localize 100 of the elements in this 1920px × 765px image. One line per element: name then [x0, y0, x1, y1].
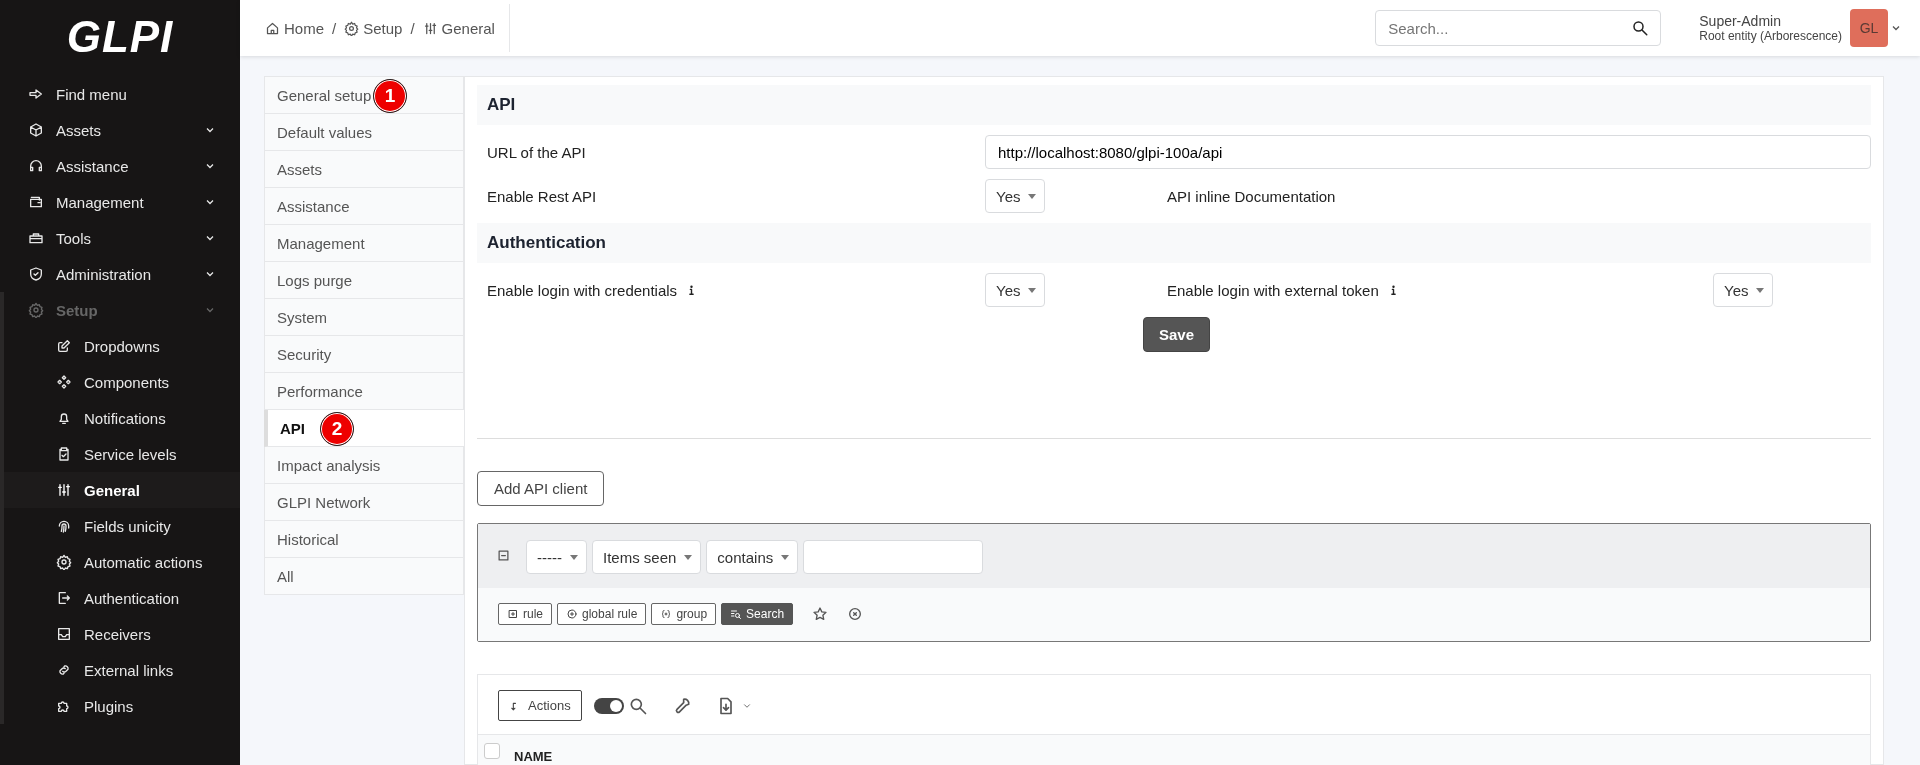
nav-item[interactable]: Administration	[0, 256, 240, 292]
menu-icon	[56, 554, 72, 570]
tab[interactable]: Logs purge	[264, 262, 464, 299]
criteria-value-field[interactable]	[803, 540, 984, 574]
caret-icon	[570, 554, 578, 560]
search-field[interactable]: Search...	[1375, 10, 1662, 46]
search-icon	[730, 608, 743, 620]
tab[interactable]: System	[264, 299, 464, 336]
nav-subitem[interactable]: Automatic actions	[4, 544, 240, 580]
field-label: URL of the API	[486, 143, 587, 161]
url-field[interactable]: http://localhost:8080/glpi-100a/api	[985, 135, 1871, 169]
star-icon	[812, 606, 829, 622]
nav-item[interactable]: Tools	[0, 220, 240, 256]
add-criteria-button[interactable]: group	[651, 603, 717, 625]
select-dropdown[interactable]: -----	[526, 540, 587, 574]
section-header: API	[477, 85, 1871, 125]
menu-icon	[56, 590, 72, 606]
toggle-switch[interactable]	[593, 697, 624, 714]
nav-subitem[interactable]: Components	[4, 364, 240, 400]
tab[interactable]: GLPI Network	[264, 484, 464, 521]
menu-icon	[56, 662, 72, 678]
tab[interactable]: Management	[264, 225, 464, 262]
nav-subitem[interactable]: Plugins	[4, 688, 240, 724]
nav-item[interactable]: Find menu	[0, 76, 240, 112]
select-dropdown[interactable]: Yes	[985, 179, 1046, 213]
tab[interactable]: General setup 1	[264, 76, 464, 114]
caret-icon	[781, 554, 790, 560]
add-icon	[507, 608, 519, 620]
tab[interactable]: Impact analysis	[264, 447, 464, 484]
menu-icon	[56, 626, 72, 642]
breadcrumb-separator: /	[410, 19, 415, 37]
select-dropdown[interactable]: Items seen	[592, 540, 702, 574]
nav-subitem[interactable]: Notifications	[4, 400, 240, 436]
select-dropdown[interactable]: Yes	[985, 273, 1046, 307]
section-header: Authentication	[477, 223, 1871, 263]
tab[interactable]: Security	[264, 336, 464, 373]
menu-icon	[56, 446, 72, 462]
menu-icon	[56, 698, 72, 714]
breadcrumb-link[interactable]: General	[422, 19, 495, 37]
search-button[interactable]: Search	[721, 603, 794, 625]
menu-icon	[28, 158, 44, 174]
tab[interactable]: Assets	[264, 151, 464, 188]
add-icon	[660, 608, 673, 620]
menu-icon	[56, 410, 72, 426]
select-all-checkbox[interactable]	[484, 743, 500, 759]
breadcrumb-separator: /	[332, 19, 337, 37]
tab[interactable]: Historical	[264, 521, 464, 558]
caret-icon	[684, 554, 693, 560]
tab[interactable]: Performance	[264, 373, 464, 410]
menu-icon	[28, 194, 44, 210]
add-criteria-button[interactable]: global rule	[557, 603, 647, 625]
field-label: Enable login with credentials	[477, 281, 985, 299]
logo[interactable]: GLPI	[60, 0, 180, 76]
select-dropdown[interactable]: Yes	[1713, 273, 1774, 307]
nav-subitem[interactable]: Dropdowns	[4, 328, 240, 364]
search-icon	[1631, 19, 1650, 37]
breadcrumb-link[interactable]: Home	[265, 19, 324, 37]
tab[interactable]: Assistance	[264, 188, 464, 225]
tab[interactable]: Default values	[264, 114, 464, 151]
documentation-link[interactable]: API inline Documentation	[1157, 187, 1871, 205]
entity-name: Root entity (Arborescence)	[1699, 29, 1842, 43]
nav-item[interactable]: Management	[0, 184, 240, 220]
menu-icon	[28, 122, 44, 138]
crumb-icon	[265, 20, 280, 36]
tab[interactable]: All	[264, 558, 464, 595]
menu-icon	[56, 338, 72, 354]
nav-subitem[interactable]: Receivers	[4, 616, 240, 652]
menu-icon	[28, 266, 44, 282]
crumb-icon	[344, 20, 360, 36]
add-client-button[interactable]: Add API client	[477, 471, 605, 506]
nav-subitem[interactable]: General	[4, 472, 240, 508]
nav-item[interactable]: Assistance	[0, 148, 240, 184]
nav-subitem[interactable]: External links	[4, 652, 240, 688]
column-header[interactable]: NAME	[514, 749, 553, 764]
nav-subitem[interactable]: Authentication	[4, 580, 240, 616]
clear-icon	[847, 606, 864, 622]
nav-item[interactable]: Assets	[0, 112, 240, 148]
nav-subitem[interactable]: Service levels	[4, 436, 240, 472]
crumb-icon	[422, 20, 438, 36]
add-criteria-button[interactable]: rule	[498, 603, 552, 625]
actions-button[interactable]: Actions	[498, 690, 582, 721]
save-button[interactable]: Save	[1143, 317, 1211, 352]
tab[interactable]: API 2	[264, 410, 464, 447]
caret-icon	[1028, 287, 1037, 293]
menu-icon	[56, 482, 72, 498]
collapse-icon	[496, 547, 511, 563]
select-dropdown[interactable]: contains	[706, 540, 799, 574]
user-name: Super-Admin	[1699, 13, 1782, 29]
caret-icon	[1756, 287, 1765, 293]
step-badge: 1	[373, 79, 407, 113]
breadcrumb-link[interactable]: Setup	[344, 19, 403, 37]
add-icon	[566, 608, 578, 620]
field-label: Enable Rest API	[486, 187, 598, 205]
caret-icon	[1028, 193, 1037, 199]
nav-subitem[interactable]: Fields unicity	[4, 508, 240, 544]
menu-icon	[28, 302, 44, 318]
menu-icon	[28, 230, 44, 246]
field-label: Enable login with external token	[1157, 281, 1713, 299]
step-badge: 2	[320, 412, 354, 446]
menu-icon	[56, 374, 72, 390]
